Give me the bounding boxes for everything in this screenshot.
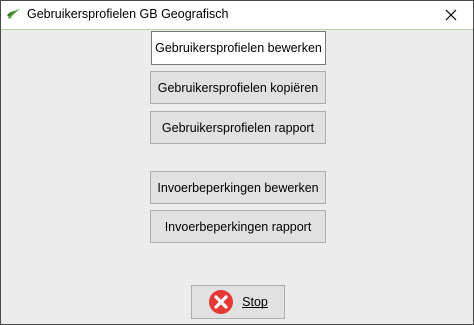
dialog-content: Gebruikersprofielen bewerken Gebruikersp… [1,30,473,324]
stop-x-icon [209,290,234,314]
window-title: Gebruikersprofielen GB Geografisch [27,7,229,21]
profiles-report-button[interactable]: Gebruikersprofielen rapport [150,111,326,144]
stop-button[interactable]: Stop [191,285,285,319]
stop-button-label: Stop [242,295,268,309]
restrictions-report-button[interactable]: Invoerbeperkingen rapport [150,210,326,243]
copy-profiles-button[interactable]: Gebruikersprofielen kopiëren [150,71,326,104]
edit-profiles-button[interactable]: Gebruikersprofielen bewerken [151,31,326,65]
edit-restrictions-button[interactable]: Invoerbeperkingen bewerken [150,171,326,204]
title-bar: Gebruikersprofielen GB Geografisch [1,1,473,30]
dialog-window: Gebruikersprofielen GB Geografisch Gebru… [0,0,474,325]
app-logo-icon [7,9,20,19]
close-icon [445,9,457,21]
close-button[interactable] [429,1,473,29]
